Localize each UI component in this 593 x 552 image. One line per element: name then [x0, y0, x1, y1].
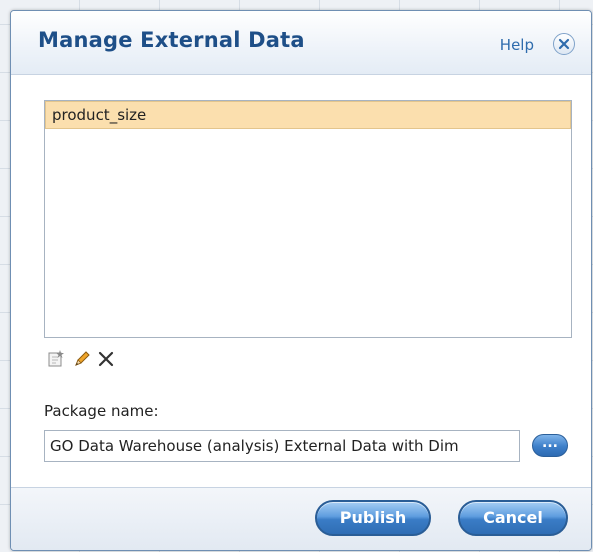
cancel-button[interactable]: Cancel: [458, 500, 568, 536]
close-icon: [558, 38, 570, 50]
delete-button[interactable]: [95, 348, 117, 370]
manage-external-data-dialog: Manage External Data Help product_size P…: [10, 10, 592, 551]
package-name-input[interactable]: [44, 430, 520, 462]
list-item-label: product_size: [52, 106, 147, 124]
new-item-button[interactable]: [45, 348, 67, 370]
list-item[interactable]: product_size: [45, 101, 571, 129]
close-button[interactable]: [553, 33, 575, 55]
pencil-icon: [75, 351, 90, 366]
browse-package-button[interactable]: ...: [532, 434, 568, 457]
publish-button[interactable]: Publish: [315, 500, 431, 536]
edit-button[interactable]: [71, 348, 93, 370]
package-name-label: Package name:: [44, 402, 159, 420]
dialog-title: Manage External Data: [38, 28, 305, 52]
help-link[interactable]: Help: [500, 36, 534, 54]
dialog-title-bar: Manage External Data Help: [11, 11, 591, 75]
delete-x-icon: [98, 351, 114, 367]
dialog-footer: Publish Cancel: [11, 487, 591, 550]
new-item-icon: [48, 350, 64, 367]
external-data-list[interactable]: product_size: [44, 100, 572, 338]
